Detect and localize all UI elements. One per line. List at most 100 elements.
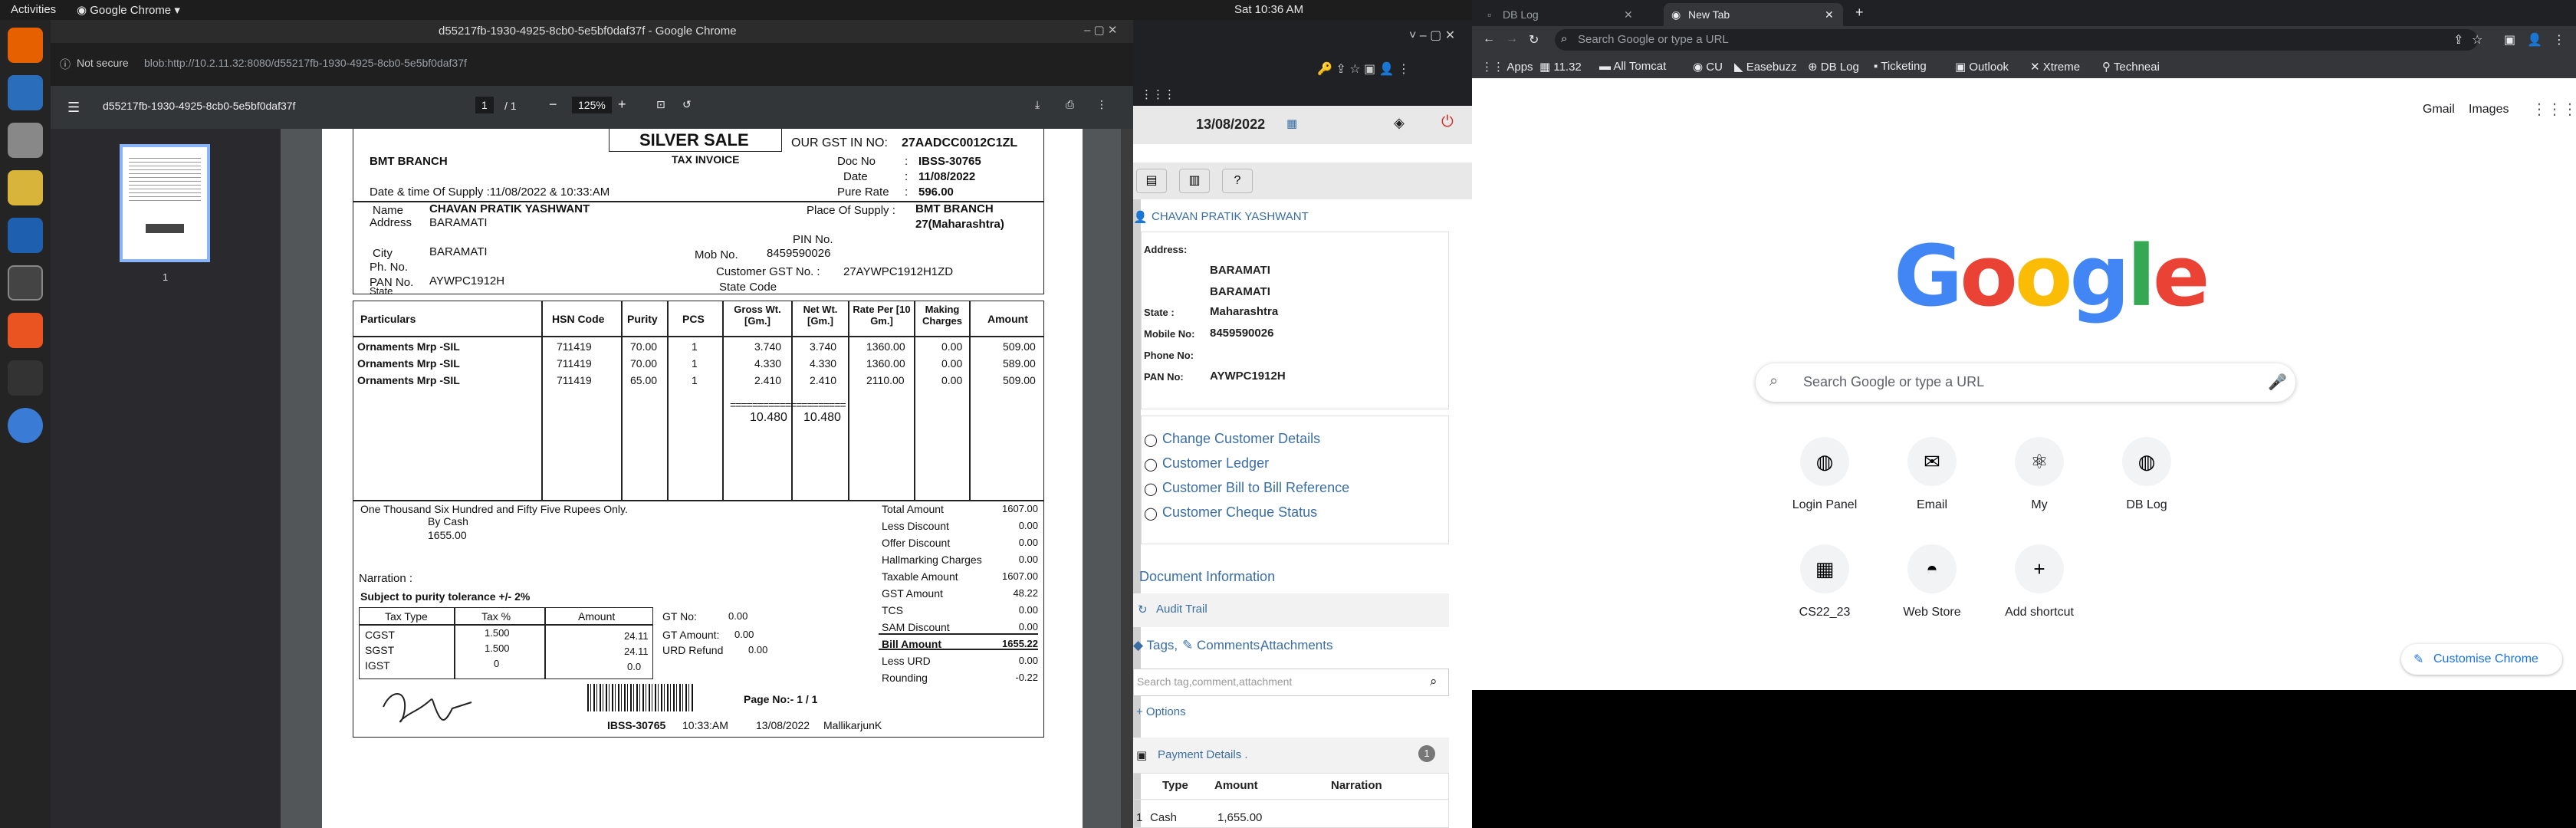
forward-icon[interactable]: → [1506,32,1518,46]
new-tab-icon[interactable]: + [1855,5,1864,21]
back-icon[interactable]: ← [1483,32,1495,46]
help-icon[interactable]: ? [1222,169,1253,193]
row-amount: 509.00 [1003,374,1036,386]
sidepanel-icon[interactable]: ▣ [2504,32,2515,48]
apps-grid-icon[interactable]: ⋮⋮⋮ [2532,100,2576,119]
bookmark-all-tomcat[interactable]: ▬ All Tomcat [1599,60,1666,73]
hide-icon[interactable]: ◈ [1394,115,1405,131]
shortcut-my[interactable]: ⚛ My [1978,437,2101,537]
google-logo: Google [1894,227,2210,325]
tab-new-tab[interactable]: ◉ New Tab ✕ [1664,3,1843,26]
table-icon[interactable]: ▤ [1136,169,1167,193]
bookmark-icon: ▦ [1539,61,1554,74]
bookmark-outlook[interactable]: ▣ Outlook [1955,60,2009,74]
book-icon[interactable]: ▥ [1179,169,1210,193]
activities-button[interactable]: Activities [11,3,56,16]
options-link[interactable]: + Options [1136,705,1186,718]
fit-page-icon[interactable]: ⊡ [656,98,665,111]
window-controls[interactable]: ˅ – ▢ ✕ [1409,28,1455,43]
profile-icon[interactable]: 👤 [2527,32,2542,48]
download-icon[interactable]: ⤓ [1035,98,1040,111]
bookmark-cu[interactable]: ◉ CU [1693,60,1723,74]
writer-icon[interactable] [8,218,43,253]
col-purity: Purity [627,313,658,325]
more-icon[interactable]: ⋮ [1096,98,1107,111]
rotate-icon[interactable]: ↺ [682,98,692,111]
bookmark-easebuzz[interactable]: ◣ Easebuzz [1734,60,1797,74]
page-thumbnail[interactable] [120,144,210,262]
shortcut-cs22[interactable]: ▦ CS22_23 [1763,544,1886,644]
erp-date[interactable]: 13/08/2022 [1196,117,1265,133]
terminal-icon[interactable] [8,360,43,396]
bookmark-icon: ▪ [1874,60,1881,73]
urd-refund: 0.00 [748,644,768,656]
info-icon[interactable]: ⓘ [60,57,71,72]
attachments-link[interactable]: Attachments [1260,638,1333,653]
print-icon[interactable]: ⎙ [1066,98,1074,111]
rhythmbox-icon[interactable] [8,170,43,205]
remmina-icon[interactable] [8,408,43,443]
shortcut-email[interactable]: ✉ Email [1871,437,1993,537]
google-search-box[interactable]: ⌕ Search Google or type a URL 🎤 [1756,363,2295,402]
toolbar-icons[interactable]: 🔑 ⇪ ☆ ▣ 👤 ⋮ [1317,61,1410,77]
thunderbird-icon[interactable] [8,75,43,110]
customer-name[interactable]: CHAVAN PRATIK YASHWANT [1152,210,1309,223]
firefox-icon[interactable] [8,28,43,63]
audit-trail-link[interactable]: Audit Trail [1156,603,1208,616]
clock[interactable]: Sat 10:36 AM [1234,3,1303,16]
gt-amount-label: GT Amount: [662,629,720,641]
shortcut-login-panel[interactable]: ◍ Login Panel [1763,437,1886,537]
pdf-url[interactable]: blob:http://10.2.11.32:8080/d55217fb-193… [144,57,467,69]
bookmark-techneai[interactable]: ⚲ Techneai [2102,60,2160,74]
bookmark-1132[interactable]: ▦ 11.32 [1539,60,1582,74]
bookmark-db-log[interactable]: ⊕ DB Log [1808,60,1859,74]
app-menu[interactable]: ◉ Google Chrome ▾ [77,3,180,17]
row-gross: 4.330 [754,357,782,370]
omnibox[interactable]: ⌕ Search Google or type a URL [1555,29,2478,51]
search-input[interactable]: Search tag,comment,attachment ⌕ [1133,669,1449,696]
shortcut-web-store[interactable]: ◓ Web Store [1871,544,1993,644]
customise-chrome-button[interactable]: ✎ Customise Chrome [2401,644,2562,675]
share-icon[interactable]: ⇪ [2453,32,2463,48]
microphone-icon[interactable]: 🎤 [2268,373,2287,392]
tags-link[interactable]: ◆ Tags, [1133,638,1178,653]
bookmark-xtreme[interactable]: ✕ Xtreme [2030,60,2080,74]
zoom-out-icon[interactable]: − [549,97,557,113]
chrome-dock-icon[interactable] [8,265,43,301]
pdf-scrollbar[interactable] [1121,129,1133,828]
page-number-input[interactable]: 1 [475,97,494,113]
menu-icon[interactable]: ☰ [67,100,80,116]
calendar-icon[interactable]: ▦ [1286,117,1297,130]
summary-value: 0.00 [1018,520,1038,531]
divider [848,301,849,501]
zoom-level[interactable]: 125% [572,97,612,113]
menu-icon[interactable]: ⋮ [2553,32,2565,48]
payment-details-link[interactable]: Payment Details . [1158,748,1248,761]
summary-label: Rounding [882,672,928,684]
bookmark-apps[interactable]: ⋮⋮ Apps [1481,60,1533,74]
close-icon[interactable]: ✕ [1825,8,1834,21]
software-icon[interactable] [8,313,43,348]
files-icon[interactable] [8,123,43,158]
place-of-supply-2: 27(Maharashtra) [915,218,1004,231]
tab-db-log[interactable]: ▫ DB Log ✕ [1481,3,1639,26]
shortcut-add[interactable]: + Add shortcut [1978,544,2101,644]
not-secure-label[interactable]: Not secure [77,57,129,69]
shortcut-db-log[interactable]: ◍ DB Log [2085,437,2208,537]
power-icon[interactable]: ⏻ [1441,113,1454,131]
search-icon[interactable]: ⌕ [1430,674,1438,689]
reload-icon[interactable]: ↻ [1529,32,1539,48]
gmail-link[interactable]: Gmail [2423,103,2455,117]
apps-icon[interactable]: ⋮⋮⋮ [1141,87,1175,101]
comments-link[interactable]: ✎ Comments, [1182,638,1263,653]
close-icon[interactable]: ✕ [1624,8,1633,21]
customise-label: Customise Chrome [2433,652,2538,665]
branch: BMT BRANCH [370,155,448,168]
zoom-in-icon[interactable]: + [618,97,626,113]
items-table [353,301,1044,501]
bookmark-star-icon[interactable]: ☆ [2472,32,2482,48]
erp-scrollbar[interactable] [1133,199,1141,828]
window-controls[interactable]: – ▢ ✕ [1084,23,1117,37]
bookmark-ticketing[interactable]: ▪ Ticketing [1874,60,1927,73]
images-link[interactable]: Images [2469,103,2509,117]
